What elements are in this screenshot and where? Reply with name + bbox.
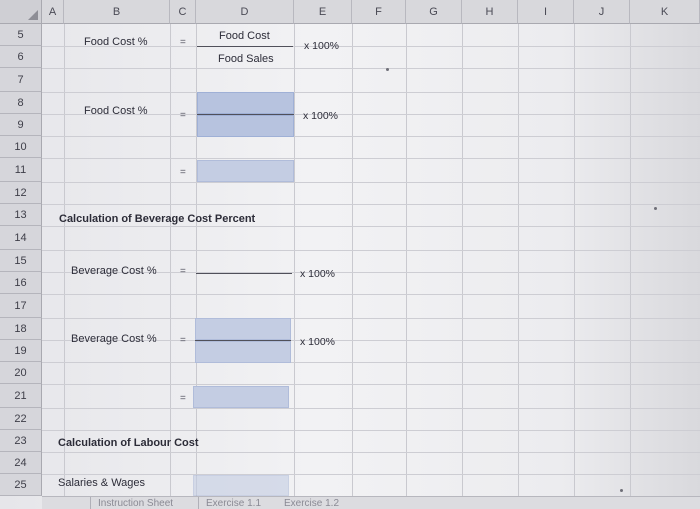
row-header-22[interactable]: 22 [0, 408, 42, 430]
grid-line [170, 24, 171, 496]
row-header-8[interactable]: 8 [0, 92, 42, 114]
grid-line [42, 318, 700, 319]
grid-line [42, 294, 700, 295]
fraction-line [196, 273, 292, 274]
equals-sign: = [180, 393, 186, 404]
column-header-e[interactable]: E [294, 0, 352, 24]
cell-food-sales-denominator[interactable]: Food Sales [218, 53, 274, 65]
grid-line [406, 24, 407, 496]
row-header-10[interactable]: 10 [0, 136, 42, 158]
cell-beverage-cost-pct-label[interactable]: Beverage Cost % [71, 265, 157, 277]
spreadsheet: A B C D E F G H I J K 5 6 7 8 9 10 11 12… [0, 0, 700, 509]
row-header-14[interactable]: 14 [0, 226, 42, 250]
equals-sign: = [180, 335, 186, 346]
select-all-triangle-icon [28, 10, 38, 20]
grid-line [42, 204, 700, 205]
grid-line [352, 24, 353, 496]
dot-mark [620, 489, 623, 492]
grid-line [42, 136, 700, 137]
section-title-beverage[interactable]: Calculation of Beverage Cost Percent [59, 213, 255, 225]
input-salaries-wages[interactable] [193, 475, 289, 496]
section-title-labour[interactable]: Calculation of Labour Cost [58, 437, 199, 449]
column-header-h[interactable]: H [462, 0, 518, 24]
cell-beverage-cost-pct-label-2[interactable]: Beverage Cost % [71, 333, 157, 345]
row-header-18[interactable]: 18 [0, 318, 42, 340]
row-header-20[interactable]: 20 [0, 362, 42, 384]
result-beverage-cost-pct[interactable] [193, 386, 289, 408]
row-header-12[interactable]: 12 [0, 182, 42, 204]
column-header-g[interactable]: G [406, 0, 462, 24]
grid-line [42, 408, 700, 409]
row-header-5[interactable]: 5 [0, 24, 42, 46]
column-header-a[interactable]: A [42, 0, 64, 24]
cell-times-100-percent-3[interactable]: x 100% [300, 268, 335, 280]
grid-line [294, 24, 295, 496]
row-header-16[interactable]: 16 [0, 272, 42, 294]
grid-line [42, 474, 700, 475]
column-header-d[interactable]: D [196, 0, 294, 24]
column-header-j[interactable]: J [574, 0, 630, 24]
sheet-tab-bar: Instruction Sheet Exercise 1.1 Exercise … [42, 496, 700, 509]
grid-line [64, 24, 65, 496]
cell-times-100-percent-2[interactable]: x 100% [303, 110, 338, 122]
input-food-sales[interactable] [197, 115, 294, 137]
row-header-24[interactable]: 24 [0, 452, 42, 474]
grid-line [630, 24, 631, 496]
tab-separator [198, 497, 199, 509]
row-header-7[interactable]: 7 [0, 68, 42, 92]
cell-food-cost-pct-label-2[interactable]: Food Cost % [84, 105, 148, 117]
result-food-cost-pct[interactable] [197, 160, 294, 182]
equals-sign: = [180, 37, 186, 48]
grid-line [574, 24, 575, 496]
row-header-19[interactable]: 19 [0, 340, 42, 362]
grid-line [42, 92, 700, 93]
grid-line [42, 452, 700, 453]
sheet-tab-instruction[interactable]: Instruction Sheet [92, 497, 179, 509]
select-all-corner[interactable] [0, 0, 42, 24]
grid-line [42, 384, 700, 385]
grid-line [518, 24, 519, 496]
grid-line [42, 250, 700, 251]
cell-times-100-percent-4[interactable]: x 100% [300, 336, 335, 348]
grid-line [462, 24, 463, 496]
row-header-21[interactable]: 21 [0, 384, 42, 408]
row-header-6[interactable]: 6 [0, 46, 42, 68]
dot-mark [386, 68, 389, 71]
equals-sign: = [180, 110, 186, 121]
equals-sign: = [180, 266, 186, 277]
sheet-tab-exercise-1-1[interactable]: Exercise 1.1 [200, 497, 267, 509]
row-header-15[interactable]: 15 [0, 250, 42, 272]
cell-food-cost-pct-label[interactable]: Food Cost % [84, 36, 148, 48]
equals-sign: = [180, 167, 186, 178]
column-header-f[interactable]: F [352, 0, 406, 24]
cell-food-cost-numerator[interactable]: Food Cost [219, 30, 270, 42]
column-header-k[interactable]: K [630, 0, 700, 24]
column-header-c[interactable]: C [170, 0, 196, 24]
row-header-17[interactable]: 17 [0, 294, 42, 318]
grid-line [42, 430, 700, 431]
input-beverage-sales[interactable] [195, 341, 291, 363]
sheet-tab-exercise-1-2[interactable]: Exercise 1.2 [278, 497, 345, 509]
column-header-b[interactable]: B [64, 0, 170, 24]
fraction-line [197, 46, 293, 47]
grid-line [42, 182, 700, 183]
cell-salaries-wages-label[interactable]: Salaries & Wages [58, 477, 145, 489]
grid-line [42, 68, 700, 69]
row-header-9[interactable]: 9 [0, 114, 42, 136]
row-header-11[interactable]: 11 [0, 158, 42, 182]
grid-line [42, 226, 700, 227]
tab-separator [90, 497, 91, 509]
grid-line [42, 362, 700, 363]
row-header-25[interactable]: 25 [0, 474, 42, 496]
grid-line [42, 158, 700, 159]
dot-mark [654, 207, 657, 210]
column-header-i[interactable]: I [518, 0, 574, 24]
input-beverage-cost[interactable] [195, 318, 291, 340]
cell-times-100-percent[interactable]: x 100% [304, 40, 339, 52]
row-header-23[interactable]: 23 [0, 430, 42, 452]
input-food-cost[interactable] [197, 92, 294, 114]
row-header-13[interactable]: 13 [0, 204, 42, 226]
